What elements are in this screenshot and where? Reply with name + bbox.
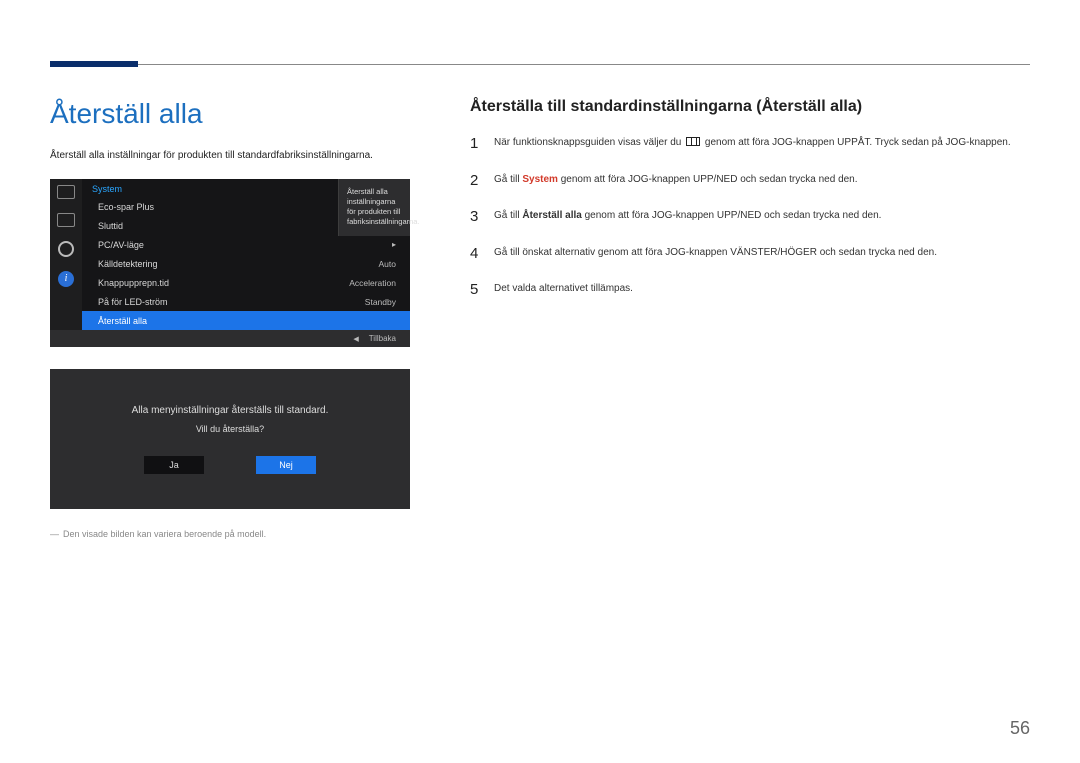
chapter-accent-bar bbox=[50, 61, 138, 67]
confirm-no-button: Nej bbox=[256, 456, 316, 474]
back-arrow-icon: ◀ bbox=[353, 335, 358, 343]
menu-icon bbox=[686, 137, 700, 146]
osd-row-value: Standby bbox=[365, 297, 396, 307]
osd-sidebar: i bbox=[50, 179, 82, 330]
osd-row-label: PC/AV-läge bbox=[98, 240, 144, 250]
osd-footer: ◀ Tillbaka bbox=[50, 330, 410, 347]
osd-row-label: Knappupprepn.tid bbox=[98, 278, 169, 288]
osd-row-value: Auto bbox=[379, 259, 397, 269]
step-1: När funktionsknappsguiden visas väljer d… bbox=[470, 136, 1030, 151]
monitor-icon bbox=[57, 185, 75, 199]
step-3: Gå till Återställ alla genom att föra JO… bbox=[470, 209, 1030, 224]
page-number: 56 bbox=[1010, 718, 1030, 739]
page-title: Återställ alla bbox=[50, 98, 430, 130]
osd-row: Källdetektering Auto bbox=[82, 254, 410, 273]
header-rule bbox=[50, 64, 1030, 65]
keyword-system: System bbox=[522, 174, 558, 185]
model-footnote: Den visade bilden kan variera beroende p… bbox=[50, 529, 430, 539]
osd-row: PC/AV-läge ▸ bbox=[82, 235, 410, 254]
steps-list: När funktionsknappsguiden visas väljer d… bbox=[470, 136, 1030, 297]
confirm-yes-button: Ja bbox=[144, 456, 204, 474]
confirm-message-2: Vill du återställa? bbox=[196, 424, 264, 434]
step-5: Det valda alternativet tillämpas. bbox=[470, 282, 1030, 297]
gear-icon bbox=[58, 241, 74, 257]
osd-confirm-dialog: Alla menyinställningar återställs till s… bbox=[50, 369, 410, 509]
confirm-message-1: Alla menyinställningar återställs till s… bbox=[132, 405, 329, 416]
osd-row-value: Acceleration bbox=[349, 278, 396, 288]
osd-back-label: Tillbaka bbox=[369, 334, 396, 343]
section-title: Återställa till standardinställningarna … bbox=[470, 98, 1030, 116]
osd-row-label: Eco-spar Plus bbox=[98, 202, 154, 212]
step-2: Gå till System genom att föra JOG-knappe… bbox=[470, 173, 1030, 188]
osd-row-label: På för LED-ström bbox=[98, 297, 168, 307]
info-icon: i bbox=[58, 271, 74, 287]
osd-system-menu: i System Eco-spar PlusAv Sluttid▸ PC/AV-… bbox=[50, 179, 410, 347]
osd-row: På för LED-ström Standby bbox=[82, 292, 410, 311]
intro-text: Återställ alla inställningar för produkt… bbox=[50, 150, 430, 161]
osd-row-label: Källdetektering bbox=[98, 259, 158, 269]
osd-row-label: Återställ alla bbox=[98, 316, 147, 326]
step-4: Gå till önskat alternativ genom att föra… bbox=[470, 246, 1030, 261]
osd-tooltip: Återställ alla inställningarna för produ… bbox=[338, 179, 410, 236]
chevron-right-icon: ▸ bbox=[392, 240, 396, 249]
osd-row-selected: Återställ alla bbox=[82, 311, 410, 330]
osd-row-label: Sluttid bbox=[98, 221, 123, 231]
keyword-reset-all: Återställ alla bbox=[522, 210, 581, 221]
picture-icon bbox=[57, 213, 75, 227]
osd-row: Knappupprepn.tid Acceleration bbox=[82, 273, 410, 292]
